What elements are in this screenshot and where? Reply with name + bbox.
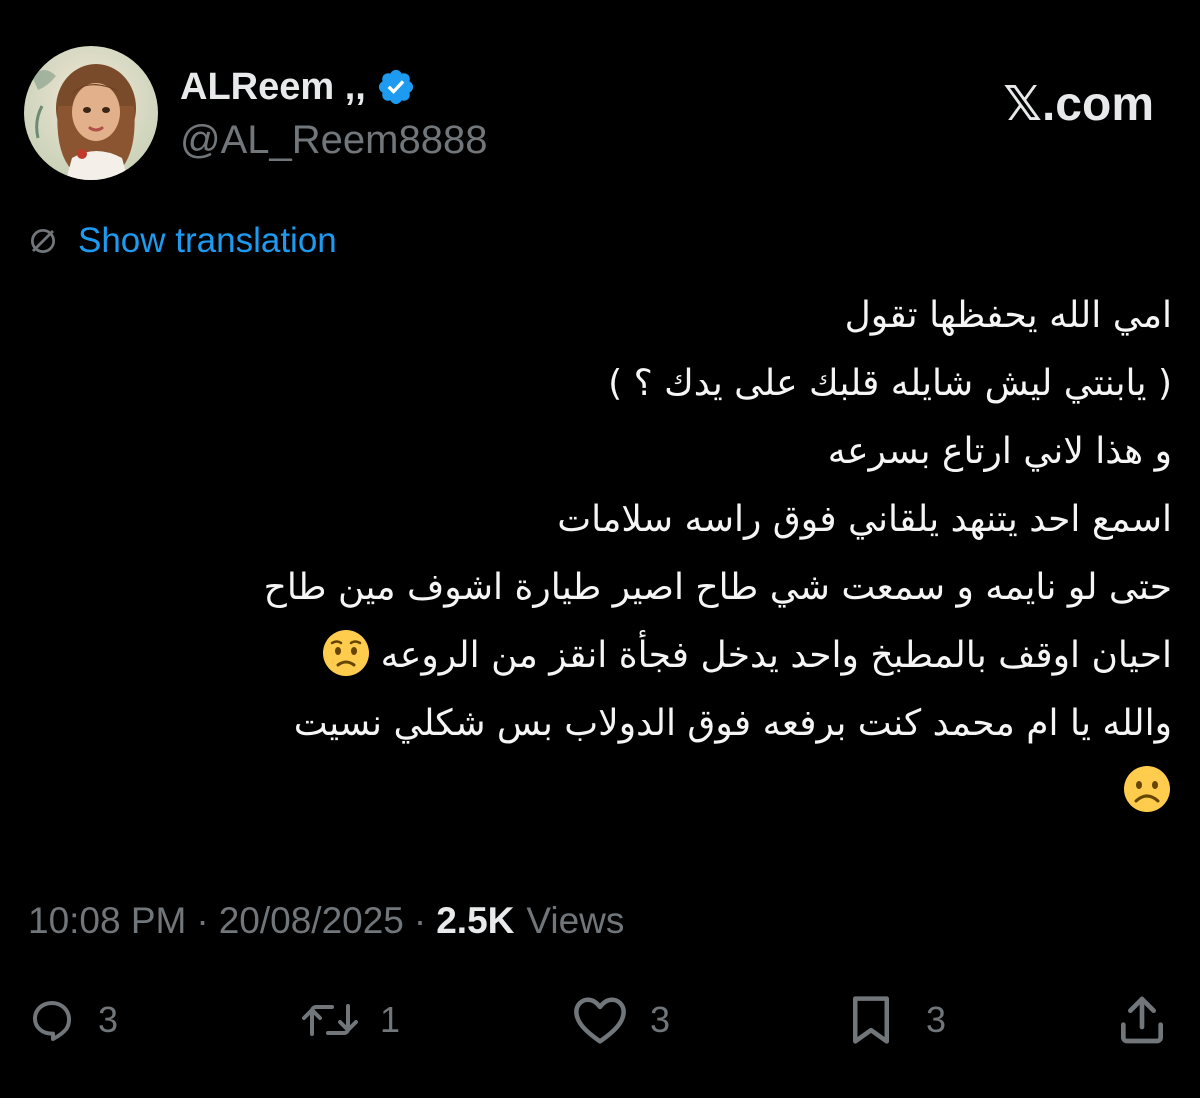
author-display-name[interactable]: ALReem ,,: [180, 66, 366, 109]
reply-button[interactable]: 3: [28, 990, 118, 1050]
reply-count: 3: [98, 999, 119, 1040]
views-count: 2.5K: [436, 900, 515, 941]
bookmark-count: 3: [926, 999, 947, 1040]
tweet-line-text: احيان اوقف بالمطبخ واحد يدخل فجأة انقز م…: [380, 635, 1172, 676]
translation-row[interactable]: Show translation: [28, 218, 337, 264]
tweet-line: و هذا لاني ارتاع بسرعه: [827, 431, 1172, 472]
tweet-line: حتى لو نايمه و سمعت شي طاح اصير طيارة اش…: [263, 567, 1172, 608]
brand-watermark: 𝕏.com: [1003, 78, 1154, 131]
tweet-line: اسمع احد يتنهد يلقاني فوق راسه سلامات: [557, 499, 1172, 540]
bookmark-button[interactable]: 3: [846, 990, 946, 1050]
tweet-line-emoji-only: [22, 758, 1172, 826]
author-handle[interactable]: @AL_Reem8888: [180, 118, 487, 163]
repost-icon: [302, 1004, 358, 1036]
share-button[interactable]: [1114, 990, 1170, 1050]
worried-face-emoji: [321, 628, 371, 678]
tweet-line: والله يا ام محمد كنت برفعه فوق الدولاب ب…: [293, 703, 1172, 744]
repost-count: 1: [380, 999, 401, 1040]
tweet-line: ( يابنتي ليش شايله قلبك على يدك ؟ ): [608, 363, 1172, 404]
tweet-date[interactable]: 20/08/2025: [219, 900, 404, 942]
verified-badge-icon: [378, 69, 413, 105]
tweet-time[interactable]: 10:08 PM: [28, 900, 186, 942]
avatar[interactable]: [24, 46, 158, 180]
like-count: 3: [650, 999, 671, 1040]
tweet-text: امي الله يحفظها تقول ( يابنتي ليش شايله …: [22, 282, 1172, 826]
share-icon: [1121, 996, 1163, 1044]
like-button[interactable]: 3: [570, 990, 670, 1050]
tweet-meta: 10:08 PM · 20/08/2025 · 2.5K Views: [28, 896, 624, 946]
meta-separator: ·: [196, 900, 209, 941]
heart-icon: [574, 997, 626, 1044]
tweet-line: امي الله يحفظها تقول: [844, 295, 1172, 336]
author-name-row: ALReem ,,: [180, 62, 416, 112]
bookmark-icon: [853, 996, 889, 1044]
frowning-face-emoji: [1122, 764, 1172, 814]
tweet-line-with-emoji: احيان اوقف بالمطبخ واحد يدخل فجأة انقز م…: [22, 622, 1172, 690]
globe-icon: [31, 229, 55, 253]
views-label: Views: [526, 900, 625, 941]
reply-icon: [33, 1001, 71, 1041]
meta-separator: ·: [413, 900, 427, 941]
avatar-illustration: [24, 46, 158, 180]
action-bar: 3 1 3 3: [0, 990, 1200, 1050]
repost-button[interactable]: 1: [298, 990, 400, 1050]
show-translation-link[interactable]: Show translation: [78, 221, 337, 261]
